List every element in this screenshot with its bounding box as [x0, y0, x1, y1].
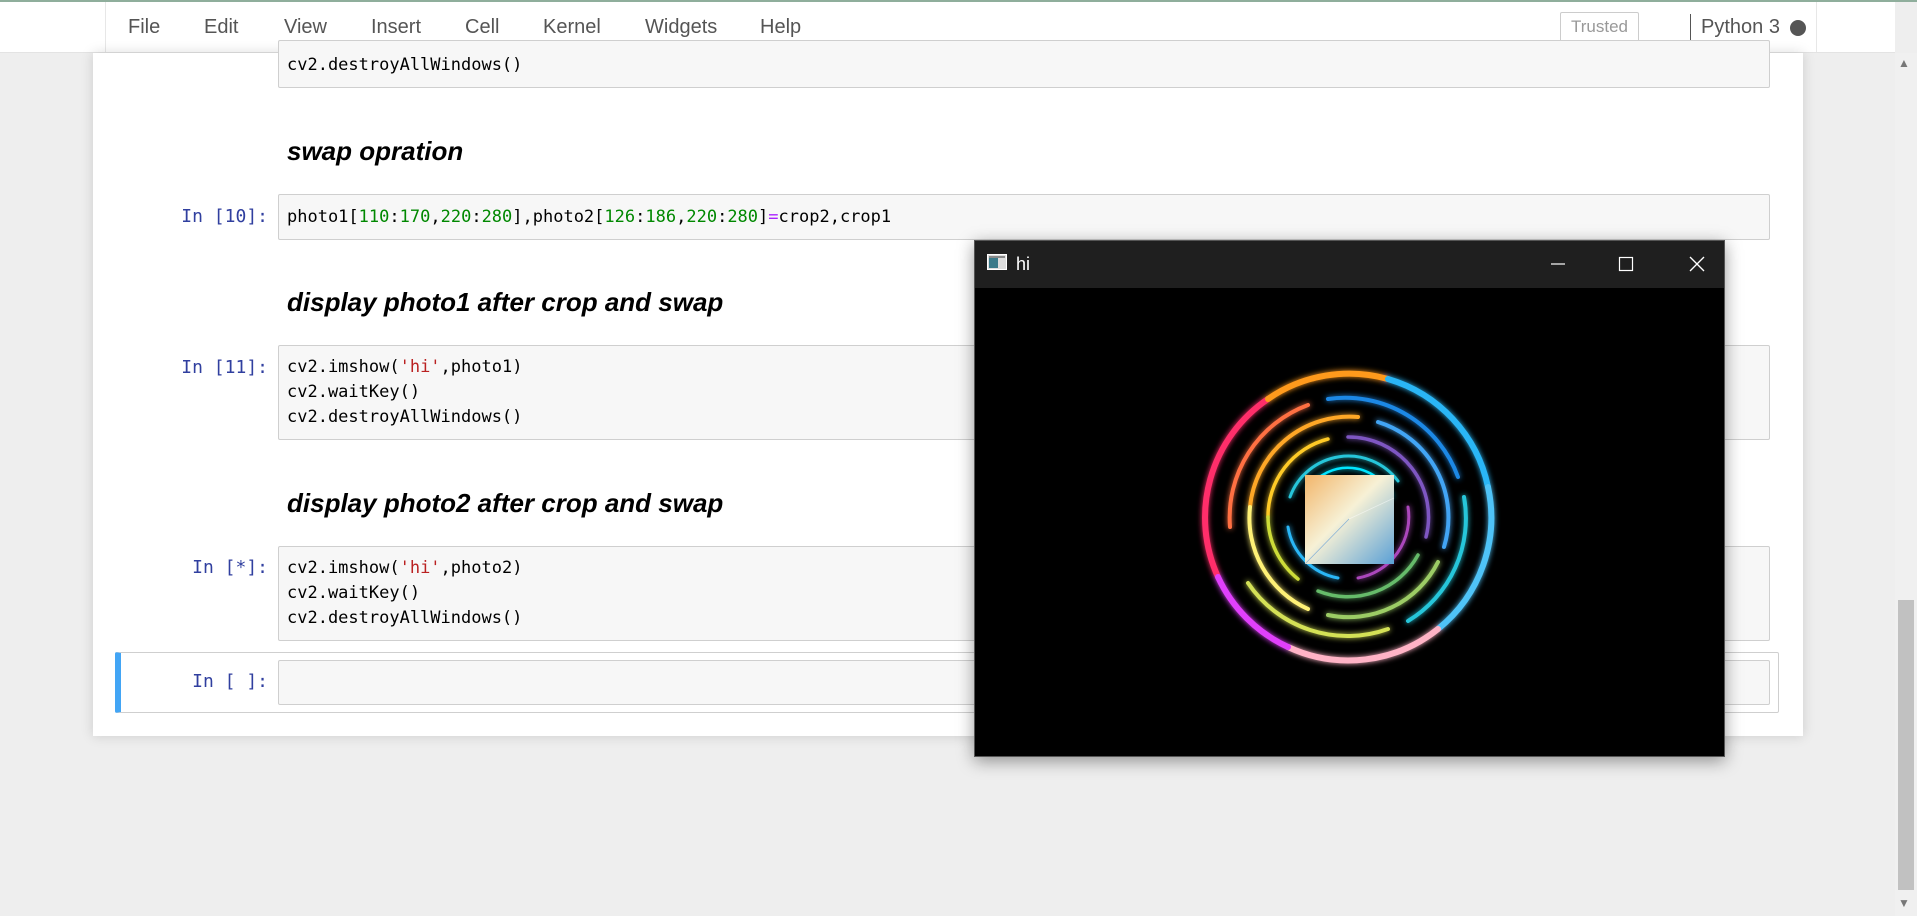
- scroll-down-icon[interactable]: ▼: [1898, 896, 1910, 910]
- cell-prompt: In [10]:: [181, 206, 268, 227]
- code-line: cv2.imshow('hi',photo2): [287, 558, 523, 578]
- menu-widgets[interactable]: Widgets: [645, 16, 717, 39]
- image-window-titlebar[interactable]: hi: [975, 241, 1724, 288]
- scroll-up-icon[interactable]: ▲: [1898, 56, 1910, 70]
- code-line: cv2.destroyAllWindows(): [287, 407, 523, 427]
- scrollbar-thumb[interactable]: [1898, 600, 1914, 890]
- kernel-status-icon: [1790, 20, 1806, 36]
- code-line: cv2.waitKey(): [287, 583, 421, 603]
- markdown-heading: display photo1 after crop and swap: [287, 287, 724, 317]
- code-line: cv2.waitKey(): [287, 382, 421, 402]
- menu-kernel[interactable]: Kernel: [543, 16, 601, 39]
- menu-help[interactable]: Help: [760, 16, 801, 39]
- code-cell-partial[interactable]: cv2.destroyAllWindows(): [278, 40, 1770, 88]
- code-cell-10[interactable]: photo1[110:170,220:280],photo2[126:186,2…: [278, 194, 1770, 240]
- menu-edit[interactable]: Edit: [204, 16, 238, 39]
- image-window-title: hi: [1016, 254, 1031, 274]
- code-line: cv2.destroyAllWindows(): [287, 55, 523, 75]
- menu-insert[interactable]: Insert: [371, 16, 421, 39]
- menu-file[interactable]: File: [128, 16, 160, 39]
- kernel-separator: [1690, 14, 1691, 42]
- image-window[interactable]: hi: [974, 240, 1725, 757]
- minimize-icon[interactable]: [1534, 249, 1580, 279]
- app-icon: [987, 254, 1007, 270]
- trusted-indicator[interactable]: Trusted: [1560, 12, 1639, 42]
- displayed-image: [975, 288, 1724, 756]
- kernel-name[interactable]: Python 3: [1701, 16, 1780, 39]
- cell-prompt: In [*]:: [192, 557, 268, 578]
- menu-view[interactable]: View: [284, 16, 327, 39]
- code-line: cv2.imshow('hi',photo1): [287, 357, 523, 377]
- markdown-heading: swap opration: [287, 136, 464, 166]
- code-line: photo1[110:170,220:280],photo2[126:186,2…: [287, 207, 892, 227]
- cell-prompt: In [11]:: [181, 357, 268, 378]
- cell-prompt: In [ ]:: [192, 671, 268, 692]
- maximize-icon[interactable]: [1603, 249, 1649, 279]
- markdown-heading: display photo2 after crop and swap: [287, 488, 724, 518]
- menu-cell[interactable]: Cell: [465, 16, 499, 39]
- code-line: cv2.destroyAllWindows(): [287, 608, 523, 628]
- close-icon[interactable]: [1674, 249, 1720, 279]
